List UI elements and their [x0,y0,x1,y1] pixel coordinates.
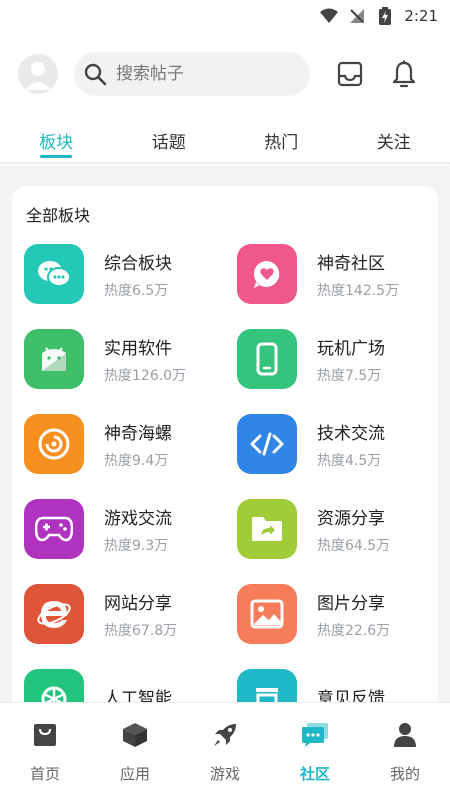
tab-bar: 板块 话题 热门 关注 [0,118,450,164]
board-name: 综合板块 [104,253,172,274]
board-item[interactable]: 意见反馈 [237,667,437,702]
board-heat: 热度67.8万 [104,622,178,639]
image-icon [237,584,297,644]
bag-icon [31,721,59,749]
nav-label: 社区 [299,765,330,783]
board-name: 神奇海螺 [104,423,172,444]
avatar-person-icon [25,62,51,90]
board-item[interactable]: 玩机广场 热度7.5万 [237,327,437,391]
board-name: 网站分享 [104,593,172,614]
board-name: 意见反馈 [317,688,385,703]
chat-bubbles-icon [24,244,84,304]
board-heat: 热度9.3万 [104,537,169,554]
board-name: 技术交流 [317,423,385,444]
board-item[interactable]: 神奇海螺 热度9.4万 [24,412,224,476]
board-name: 实用软件 [104,338,172,359]
tab-topics[interactable]: 话题 [113,118,226,164]
tab-label: 热门 [264,133,299,153]
bell-icon [392,60,416,88]
board-heat: 热度126.0万 [104,367,187,384]
tab-label: 板块 [39,133,74,153]
android-icon [24,329,84,389]
community-chat-icon [301,721,329,749]
board-item[interactable]: 资源分享 热度64.5万 [237,497,437,561]
tab-hot[interactable]: 热门 [225,118,338,164]
nav-label: 首页 [29,765,60,783]
person-icon [391,721,419,749]
nav-label: 我的 [389,765,420,783]
board-name: 游戏交流 [104,508,172,529]
board-item[interactable]: 游戏交流 热度9.3万 [24,497,224,561]
avatar[interactable] [18,54,58,94]
board-item[interactable]: 网站分享 热度67.8万 [24,582,224,646]
folder-share-icon [237,499,297,559]
board-heat: 热度6.5万 [104,282,169,299]
nav-community[interactable]: 社区 [270,703,360,800]
heart-bubble-icon [237,244,297,304]
status-bar: 2:21 [0,0,450,32]
clock-time: 2:21 [404,7,438,25]
board-item[interactable]: 技术交流 热度4.5万 [237,412,437,476]
bottom-navigation: 首页 应用 游戏 社区 我的 [0,702,450,800]
search-input[interactable] [116,64,296,84]
board-item[interactable]: 图片分享 热度22.6万 [237,582,437,646]
tab-indicator [40,155,73,158]
board-name: 人工智能 [104,688,172,703]
ai-knot-icon [24,669,84,702]
boards-card: 全部板块 综合板块 热度6.5万 神奇社区 热度142.5万 实用软件 热度12… [12,186,438,702]
nav-home[interactable]: 首页 [0,703,90,800]
inbox-button[interactable] [336,60,364,88]
board-name: 玩机广场 [317,338,385,359]
board-name: 图片分享 [317,593,385,614]
phone-icon [237,329,297,389]
board-item[interactable]: 实用软件 热度126.0万 [24,327,224,391]
inbox-icon [337,61,363,87]
board-item[interactable]: 综合板块 热度6.5万 [24,242,224,306]
rocket-icon [211,721,239,749]
board-heat: 热度64.5万 [317,537,391,554]
no-signal-icon [348,7,366,25]
search-icon [82,61,108,87]
board-heat: 热度4.5万 [317,452,382,469]
feedback-icon [237,669,297,702]
board-heat: 热度142.5万 [317,282,400,299]
nav-label: 应用 [119,765,150,783]
tab-label: 话题 [151,133,186,153]
top-header [0,46,450,102]
conch-icon [24,414,84,474]
board-name: 神奇社区 [317,253,385,274]
search-bar[interactable] [74,52,310,96]
browser-e-icon [24,584,84,644]
tab-following[interactable]: 关注 [338,118,450,164]
tab-boards[interactable]: 板块 [0,118,113,164]
board-item[interactable]: 人工智能 [24,667,224,702]
board-heat: 热度9.4万 [104,452,169,469]
notification-button[interactable] [390,60,418,88]
board-heat: 热度22.6万 [317,622,391,639]
section-title: 全部板块 [26,206,91,225]
battery-charging-icon [376,7,394,25]
tab-label: 关注 [376,133,411,153]
content-area[interactable]: 全部板块 综合板块 热度6.5万 神奇社区 热度142.5万 实用软件 热度12… [0,166,450,702]
code-icon [237,414,297,474]
gamepad-icon [24,499,84,559]
wifi-icon [320,7,339,25]
cube-icon [121,721,149,749]
board-item[interactable]: 神奇社区 热度142.5万 [237,242,437,306]
nav-games[interactable]: 游戏 [180,703,270,800]
board-heat: 热度7.5万 [317,367,382,384]
nav-mine[interactable]: 我的 [360,703,450,800]
nav-label: 游戏 [209,765,240,783]
board-name: 资源分享 [317,508,385,529]
nav-apps[interactable]: 应用 [90,703,180,800]
